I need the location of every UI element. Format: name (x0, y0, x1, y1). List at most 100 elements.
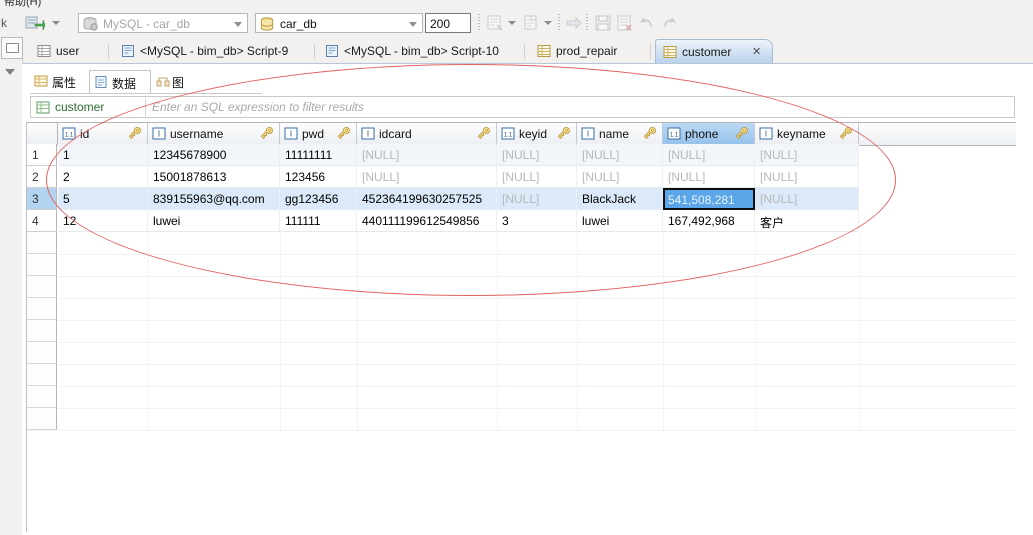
grid-line (357, 320, 358, 342)
cell-idcard[interactable]: 452364199630257525 (357, 188, 497, 210)
key-icon[interactable] (336, 126, 351, 140)
tab-properties[interactable]: 属性 (30, 70, 88, 94)
save-icon[interactable] (594, 14, 612, 32)
row-number-cell[interactable]: 3 (27, 188, 57, 210)
fetch-size-input[interactable]: 200 (425, 13, 471, 33)
database-select[interactable]: car_db (255, 13, 423, 33)
grid-line (755, 276, 756, 298)
cell-phone[interactable]: 541,508,281 (663, 188, 755, 210)
cell-keyid[interactable]: 3 (497, 210, 577, 232)
cell-keyname[interactable]: 客户 (755, 210, 859, 232)
row-number-cell[interactable]: 2 (27, 166, 57, 188)
empty-row (27, 386, 1016, 409)
cell-phone[interactable]: [NULL] (663, 144, 755, 166)
cell-name[interactable]: [NULL] (577, 166, 663, 188)
cell-value: 167,492,968 (668, 214, 735, 228)
chevron-down-icon[interactable] (508, 21, 516, 25)
new-sql-editor-icon[interactable] (486, 14, 504, 32)
fetch-size-value: 200 (430, 17, 451, 31)
sql-filter-input-placeholder[interactable]: Enter an SQL expression to filter result… (152, 100, 364, 114)
cell-id[interactable]: 12 (58, 210, 148, 232)
cell-pwd[interactable]: 123456 (280, 166, 357, 188)
cell-id[interactable]: 1 (58, 144, 148, 166)
cell-username[interactable]: 839155963@qq.com (148, 188, 280, 210)
table-row[interactable]: 2 2 15001878613 123456 [NULL] [NULL] [NULL] [NU… (27, 166, 1016, 188)
key-icon[interactable] (734, 126, 749, 140)
cell-username[interactable]: luwei (148, 210, 280, 232)
row-number-cell[interactable]: 1 (27, 144, 57, 166)
row-number-cell[interactable]: 4 (27, 210, 57, 232)
cell-name[interactable]: luwei (577, 210, 663, 232)
grid-line (755, 342, 756, 364)
cell-name[interactable]: BlackJack (577, 188, 663, 210)
cell-phone[interactable]: 167,492,968 (663, 210, 755, 232)
key-icon[interactable] (259, 126, 274, 140)
grid-line (663, 408, 664, 430)
cell-name[interactable]: [NULL] (577, 144, 663, 166)
cell-value: [NULL] (668, 148, 706, 162)
result-grid: 1.1 id Iusername Ipwd Iidcard 1.1 keyid Iname 1.… (26, 122, 1016, 532)
cell-username[interactable]: 15001878613 (148, 166, 280, 188)
key-icon[interactable] (838, 126, 853, 140)
cell-idcard[interactable]: [NULL] (357, 166, 497, 188)
redo-icon[interactable] (660, 14, 678, 32)
close-icon[interactable]: ✕ (752, 46, 761, 58)
execute-sql-icon[interactable] (25, 15, 45, 31)
key-icon[interactable] (556, 126, 571, 140)
table-row[interactable]: 1 1 12345678900 11111111 [NULL] [NULL] [NULL] [… (27, 144, 1016, 166)
editor-tab-customer[interactable]: customer ✕ (655, 39, 773, 64)
key-icon[interactable] (642, 126, 657, 140)
key-icon[interactable] (476, 126, 491, 140)
cell-keyname[interactable]: [NULL] (755, 188, 859, 210)
editor-tab-user[interactable]: user (30, 39, 108, 64)
editor-tab-script-10[interactable]: <MySQL - bim_db> Script-10 (318, 39, 524, 64)
column-header-phone[interactable]: 1.1 phone (663, 123, 755, 144)
column-header-name[interactable]: Iname (577, 123, 663, 144)
tab-data[interactable]: 数据 (89, 70, 151, 94)
minimized-view-icon[interactable] (1, 37, 23, 59)
column-header-pwd[interactable]: Ipwd (280, 123, 357, 144)
table-row[interactable]: 4 12 luwei 111111 440111199612549856 3 luwei 16… (27, 210, 1016, 232)
undo-icon[interactable] (638, 14, 656, 32)
cell-id[interactable]: 2 (58, 166, 148, 188)
tab-diagram[interactable]: 图 (152, 70, 202, 94)
cell-idcard[interactable]: 440111199612549856 (357, 210, 497, 232)
chevron-down-icon[interactable] (234, 22, 242, 27)
open-sql-script-icon[interactable] (522, 14, 540, 32)
chevron-down-icon[interactable] (5, 69, 15, 75)
column-header-idcard[interactable]: Iidcard (357, 123, 497, 144)
cell-keyid[interactable]: [NULL] (497, 188, 577, 210)
cell-phone[interactable]: [NULL] (663, 166, 755, 188)
cell-keyname[interactable]: [NULL] (755, 166, 859, 188)
editor-tab-prod-repair[interactable]: prod_repair (530, 39, 650, 64)
cell-value: [NULL] (362, 170, 400, 184)
grid-line (663, 364, 664, 386)
key-icon[interactable] (127, 126, 142, 140)
connection-select[interactable]: MySQL - car_db (78, 13, 248, 33)
cell-username[interactable]: 12345678900 (148, 144, 280, 166)
menu-item-help[interactable]: 帮助(H) (4, 0, 41, 8)
cell-pwd[interactable]: gg123456 (280, 188, 357, 210)
column-header-username[interactable]: Iusername (148, 123, 280, 144)
sql-filter-bar[interactable]: customer Enter an SQL expression to filt… (30, 96, 1015, 118)
cell-pwd[interactable]: 111111 (280, 210, 357, 232)
cell-keyid[interactable]: [NULL] (497, 144, 577, 166)
execute-dropdown-caret[interactable] (52, 21, 60, 25)
chevron-down-icon[interactable] (409, 22, 417, 27)
execute-script-icon[interactable] (616, 14, 634, 32)
cell-pwd[interactable]: 11111111 (280, 144, 357, 166)
editor-tab-script-9[interactable]: <MySQL - bim_db> Script-9 (114, 39, 314, 64)
cell-value: luwei (153, 214, 181, 228)
table-row[interactable]: 3 5 839155963@qq.com gg123456 45236419963025… (27, 188, 1016, 210)
column-header-keyid[interactable]: 1.1 keyid (497, 123, 577, 144)
cell-idcard[interactable]: [NULL] (357, 144, 497, 166)
column-header-keyname[interactable]: Ikeyname (755, 123, 859, 144)
text-type-icon: I (581, 127, 595, 140)
tab-divider (314, 44, 315, 59)
cell-id[interactable]: 5 (58, 188, 148, 210)
chevron-down-icon[interactable] (544, 21, 552, 25)
cell-keyname[interactable]: [NULL] (755, 144, 859, 166)
commit-icon[interactable] (565, 14, 583, 32)
cell-keyid[interactable]: [NULL] (497, 166, 577, 188)
column-header-id[interactable]: 1.1 id (58, 123, 148, 144)
